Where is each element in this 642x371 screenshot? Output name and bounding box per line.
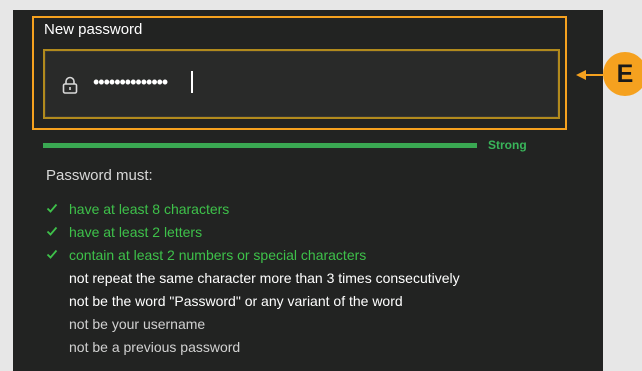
password-rule-text: have at least 2 letters xyxy=(69,224,203,240)
password-rule-text: not repeat the same character more than … xyxy=(69,270,460,286)
check-icon xyxy=(46,249,58,259)
password-rule-text: not be your username xyxy=(69,316,206,332)
check-icon xyxy=(46,226,58,236)
lock-icon xyxy=(62,76,78,94)
callout-arrow-head xyxy=(576,70,586,80)
password-rules-title: Password must: xyxy=(46,167,153,184)
password-rule-text: not be a previous password xyxy=(69,339,241,355)
password-strength-label: Strong xyxy=(488,138,527,152)
password-rule-text: have at least 8 characters xyxy=(69,201,230,217)
password-rule-text: contain at least 2 numbers or special ch… xyxy=(69,247,367,263)
password-strength-bar xyxy=(43,143,477,148)
text-cursor xyxy=(191,71,193,93)
check-icon xyxy=(46,203,58,213)
password-mask-value: •••••••••••••• xyxy=(93,72,168,92)
password-rule-text: not be the word "Password" or any varian… xyxy=(69,293,403,309)
new-password-label: New password xyxy=(44,21,143,38)
callout-marker-badge: E xyxy=(603,52,642,96)
new-password-input[interactable]: •••••••••••••• xyxy=(43,49,560,119)
